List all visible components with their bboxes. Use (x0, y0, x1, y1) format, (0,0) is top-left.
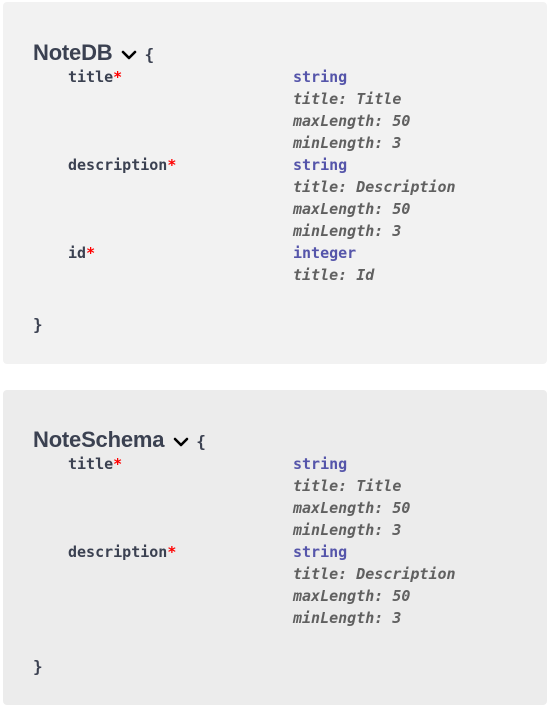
required-star: * (167, 156, 177, 174)
model-title[interactable]: NoteSchema (33, 427, 164, 453)
property-constraint: minLength: 3 (293, 521, 402, 539)
property-name-label: title (68, 455, 114, 473)
property-type: string (293, 68, 348, 86)
property-constraint: title: Title (293, 477, 402, 495)
open-brace: { (196, 432, 206, 451)
property-name: id* (68, 242, 95, 264)
property-constraint: minLength: 3 (293, 609, 402, 627)
model-box-notedb: NoteDB { title* string title: Title maxL… (3, 2, 547, 364)
required-star: * (113, 68, 123, 86)
property-constraint: minLength: 3 (293, 222, 402, 240)
property-type: string (293, 543, 348, 561)
model-header-noteschema[interactable]: NoteSchema { (33, 427, 206, 453)
property-constraint: title: Description (293, 178, 456, 196)
property-name: description* (68, 154, 176, 176)
close-brace: } (33, 315, 43, 334)
property-type: string (293, 156, 348, 174)
property-name-label: description (68, 156, 168, 174)
property-constraint: maxLength: 50 (293, 200, 411, 218)
required-star: * (167, 543, 177, 561)
property-name-label: description (68, 543, 168, 561)
property-name: description* (68, 541, 176, 563)
chevron-down-icon[interactable] (120, 48, 138, 62)
chevron-down-icon[interactable] (172, 435, 190, 449)
required-star: * (113, 455, 123, 473)
close-brace: } (33, 657, 43, 676)
open-brace: { (144, 45, 155, 64)
property-constraint: title: Title (293, 90, 402, 108)
property-constraint: title: Id (293, 266, 375, 284)
model-box-noteschema: NoteSchema { title* string title: Title … (3, 390, 547, 705)
property-type: string (293, 455, 348, 473)
property-constraint: title: Description (293, 565, 456, 583)
property-name-label: id (68, 244, 87, 262)
model-header-notedb[interactable]: NoteDB { (33, 40, 154, 66)
property-constraint: maxLength: 50 (293, 499, 411, 517)
property-name: title* (68, 453, 122, 475)
property-name: title* (68, 66, 122, 88)
property-constraint: minLength: 3 (293, 134, 402, 152)
property-type: integer (293, 244, 357, 262)
required-star: * (86, 244, 96, 262)
property-constraint: maxLength: 50 (293, 587, 411, 605)
model-title[interactable]: NoteDB (33, 40, 113, 66)
property-name-label: title (68, 68, 114, 86)
property-constraint: maxLength: 50 (293, 112, 411, 130)
